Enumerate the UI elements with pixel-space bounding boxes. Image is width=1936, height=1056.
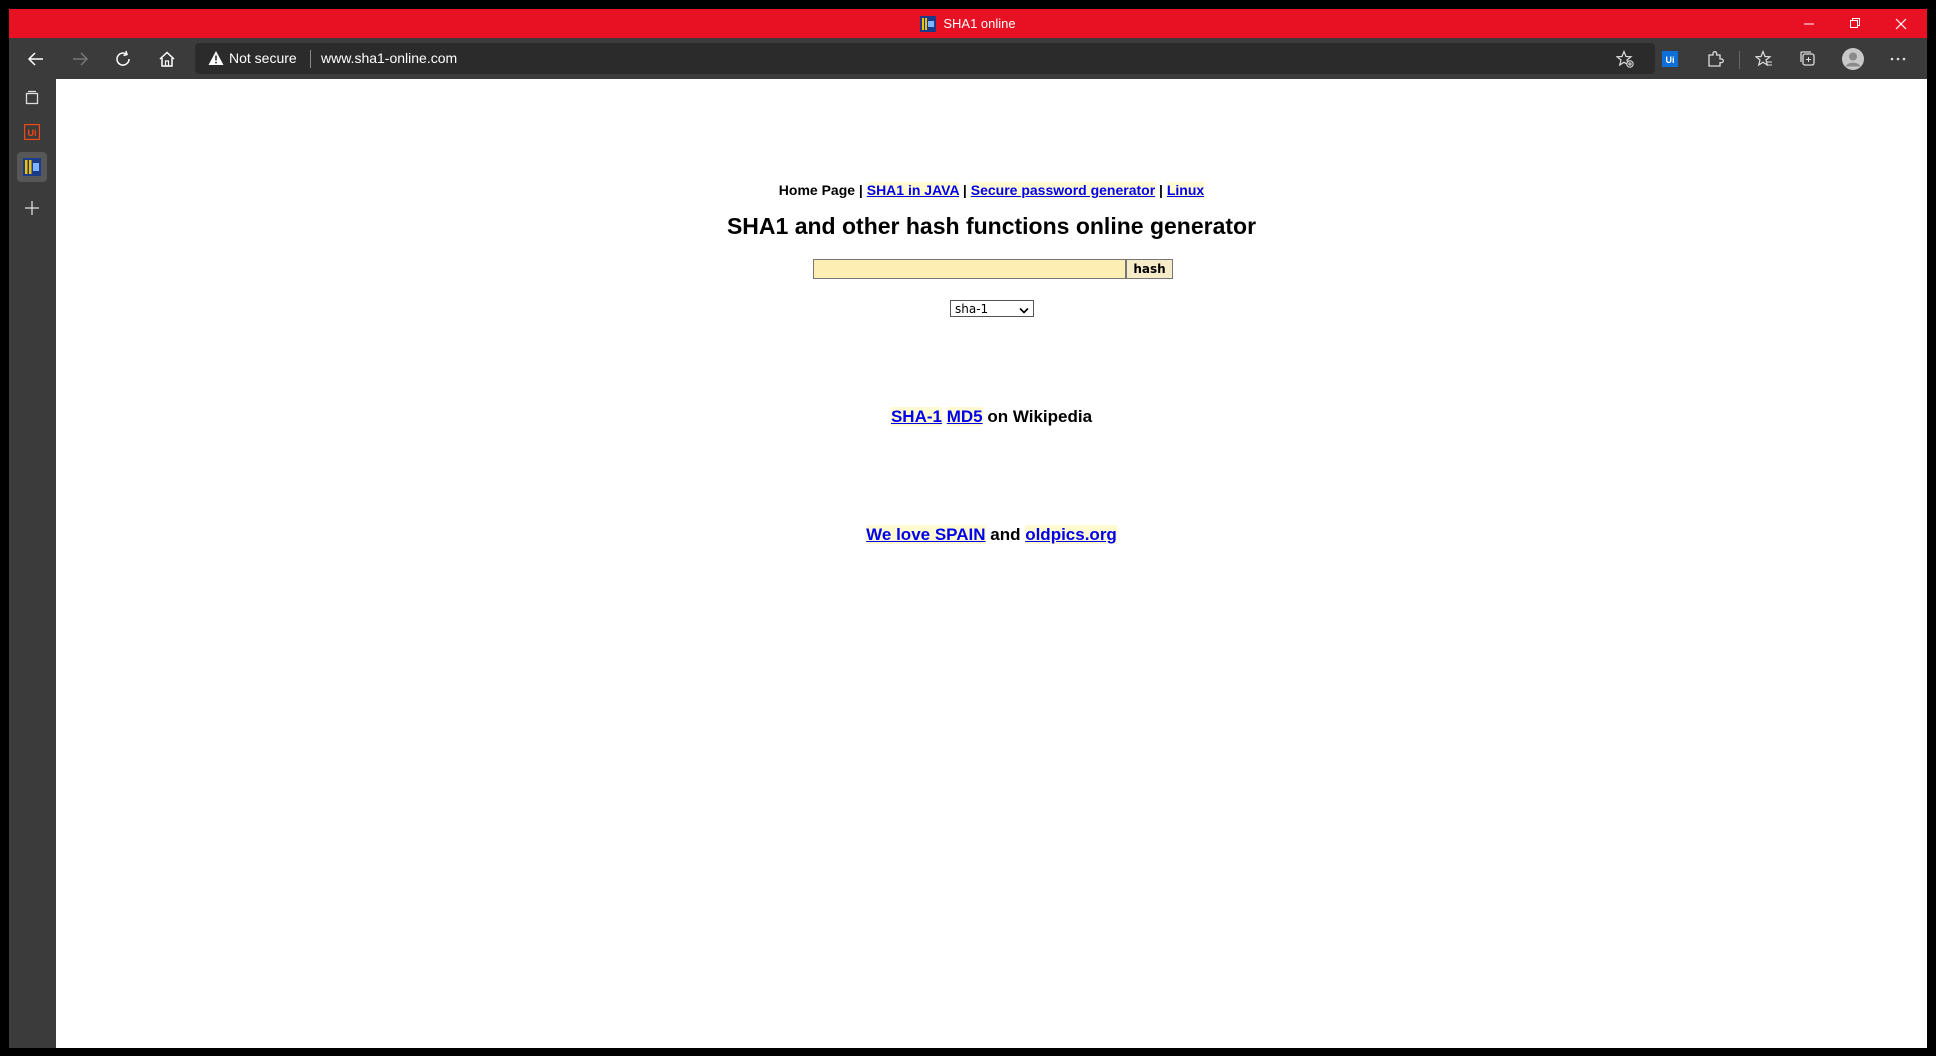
browser-window: SHA1 online Not secure www.sha1-online.c…: [9, 9, 1927, 1048]
browser-toolbar: Not secure www.sha1-online.com Ui: [9, 38, 1927, 79]
nav-link-linux[interactable]: Linux: [1166, 182, 1205, 198]
site-favicon-icon: [920, 15, 937, 32]
security-status-label[interactable]: Not secure: [229, 50, 297, 66]
svg-text:Ui: Ui: [28, 128, 37, 138]
add-favorite-icon[interactable]: [1612, 46, 1638, 72]
wiki-suffix: on Wikipedia: [982, 407, 1093, 426]
algorithm-select[interactable]: sha-1: [950, 300, 1034, 317]
sha1-tab-icon[interactable]: [17, 152, 47, 182]
title-bar: SHA1 online: [9, 9, 1927, 38]
minimize-icon[interactable]: [1786, 9, 1832, 38]
profile-icon[interactable]: [1840, 46, 1866, 72]
wikipedia-links: SHA-1 MD5 on Wikipedia: [56, 407, 1927, 427]
address-bar[interactable]: Not secure www.sha1-online.com: [195, 43, 1655, 74]
window-title-text: SHA1 online: [943, 16, 1016, 31]
svg-text:Ui: Ui: [1666, 55, 1675, 65]
more-icon[interactable]: [1885, 46, 1911, 72]
nav-separator: |: [1155, 182, 1167, 198]
top-nav: Home Page | SHA1 in JAVA | Secure passwo…: [56, 182, 1927, 198]
collections-icon[interactable]: [1795, 46, 1821, 72]
extensions-puzzle-icon[interactable]: [1702, 46, 1728, 72]
extension-ui-icon[interactable]: Ui: [1657, 46, 1683, 72]
link-we-love-spain[interactable]: We love SPAIN: [866, 525, 986, 544]
tab-actions-icon[interactable]: [17, 83, 47, 113]
wiki-link-sha1[interactable]: SHA-1: [890, 407, 942, 426]
back-icon[interactable]: [23, 46, 49, 72]
wiki-link-md5[interactable]: MD5: [946, 407, 983, 426]
url-text[interactable]: www.sha1-online.com: [321, 50, 457, 66]
restore-icon[interactable]: [1832, 9, 1878, 38]
nav-separator: |: [959, 182, 971, 198]
ui-app-icon[interactable]: Ui: [17, 117, 47, 147]
forward-icon[interactable]: [67, 46, 93, 72]
address-divider: [310, 50, 311, 68]
nav-home-label: Home Page: [778, 182, 856, 198]
chevron-down-icon: [1019, 304, 1029, 318]
hash-form: hash: [813, 259, 1173, 281]
footer-and-text: and: [985, 525, 1026, 544]
nav-link-password-generator[interactable]: Secure password generator: [970, 182, 1156, 198]
footer-links: We love SPAIN and oldpics.org: [56, 525, 1927, 545]
nav-link-sha1-java[interactable]: SHA1 in JAVA: [866, 182, 960, 198]
close-icon[interactable]: [1878, 9, 1924, 38]
favorites-icon[interactable]: [1751, 46, 1777, 72]
vertical-tabs-sidebar: Ui: [9, 79, 56, 1048]
toolbar-divider: [1739, 51, 1740, 69]
warning-icon[interactable]: [208, 50, 224, 71]
page-title: SHA1 and other hash functions online gen…: [726, 213, 1257, 239]
refresh-icon[interactable]: [110, 46, 136, 72]
hash-input[interactable]: [813, 259, 1126, 279]
nav-separator: |: [855, 182, 867, 198]
page-content: Home Page | SHA1 in JAVA | Secure passwo…: [56, 79, 1927, 1048]
home-icon[interactable]: [154, 46, 180, 72]
add-icon[interactable]: [17, 193, 47, 223]
link-oldpics[interactable]: oldpics.org: [1025, 525, 1117, 544]
hash-button[interactable]: hash: [1126, 259, 1173, 279]
algorithm-selected-value: sha-1: [955, 301, 989, 316]
window-title: SHA1 online: [9, 9, 1927, 38]
